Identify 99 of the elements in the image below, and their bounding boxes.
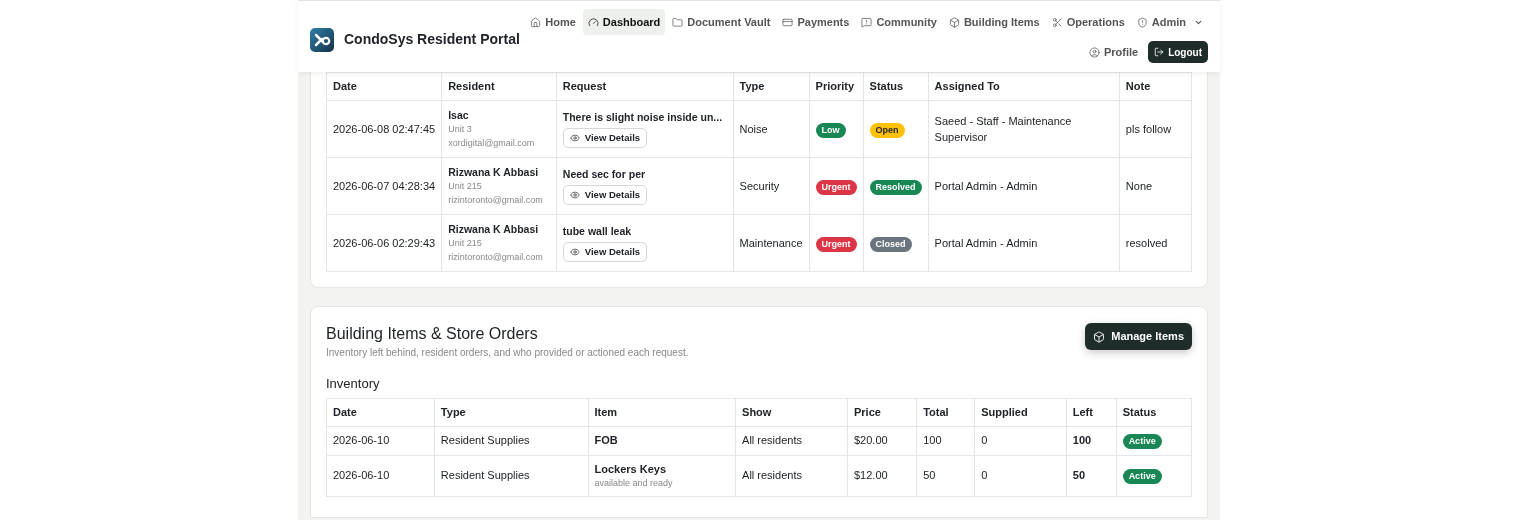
nav-link[interactable]: Document Vault <box>667 9 776 35</box>
item-note: available and ready <box>594 477 674 490</box>
unit-label: Unit 215 <box>448 180 483 194</box>
gauge-icon <box>587 16 599 28</box>
table-cell: Portal Admin - Admin <box>928 157 1120 215</box>
unit-label: Unit 3 <box>448 123 473 137</box>
table-cell: 0 <box>974 455 1067 496</box>
status-badge: Low <box>815 122 846 138</box>
table-cell: $20.00 <box>847 426 917 455</box>
view-details-button[interactable]: View Details <box>562 128 648 149</box>
column-header: Date <box>326 398 435 426</box>
home-icon <box>530 16 542 28</box>
eye-icon <box>569 133 580 144</box>
table-cell: 2026-06-10 <box>326 455 435 496</box>
subsection-title: Inventory <box>326 375 381 393</box>
folder-icon <box>672 16 684 28</box>
table-cell: 2026-06-10 <box>326 426 435 455</box>
section-subtitle: Inventory left behind, resident orders, and who provided or actioned each request. <box>326 346 689 360</box>
shield-icon <box>1136 16 1148 28</box>
table-cell: 50 <box>1066 455 1117 496</box>
table-cell: None <box>1119 157 1192 215</box>
nav-link[interactable]: Dashboard <box>582 9 666 35</box>
table-cell: Noise <box>733 100 810 158</box>
status-badge: Urgent <box>815 236 857 252</box>
request-title: tube wall leak <box>562 223 633 239</box>
user-icon <box>1088 46 1100 58</box>
column-header: Price <box>847 398 917 426</box>
column-header: Type <box>434 398 588 426</box>
column-header: Supplied <box>974 398 1067 426</box>
resident-name: Rizwana K Abbasi <box>448 221 540 237</box>
column-header: Note <box>1119 72 1192 101</box>
table-cell: 100 <box>916 426 975 455</box>
resident-name: Isac <box>448 107 470 123</box>
nav-link[interactable]: Home <box>525 9 581 35</box>
table-cell: Saeed - Staff - Maintenance Supervisor <box>928 100 1120 158</box>
table-cell: resolved <box>1119 214 1192 272</box>
column-header: Total <box>916 398 975 426</box>
column-header: Priority <box>809 72 864 101</box>
column-header: Date <box>326 72 442 101</box>
logout-icon <box>1154 47 1165 57</box>
nav-link[interactable]: Community <box>856 9 942 35</box>
table-cell: 100 <box>1066 426 1117 455</box>
resident-email: rizintoronto@gmail.com <box>448 193 544 207</box>
table-cell: All residents <box>735 426 848 455</box>
chat-icon <box>861 16 873 28</box>
table-cell: 2026-06-06 02:29:43 <box>326 214 442 272</box>
table-cell: All residents <box>735 455 848 496</box>
nav-link[interactable]: Building Items <box>943 9 1045 35</box>
view-details-button[interactable]: View Details <box>562 185 648 206</box>
table-cell: Portal Admin - Admin <box>928 214 1120 272</box>
tools-icon <box>1051 16 1063 28</box>
nav-link[interactable]: Admin <box>1131 9 1208 35</box>
table-cell: 2026-06-08 02:47:45 <box>326 100 442 158</box>
nav-link[interactable]: Operations <box>1046 9 1130 35</box>
column-header: Item <box>588 398 736 426</box>
table-cell: Resident Supplies <box>434 426 588 455</box>
status-badge: Active <box>1122 434 1162 449</box>
item-name: Lockers Keys <box>594 461 668 477</box>
column-header: Request <box>556 72 734 101</box>
status-badge: Closed <box>869 236 912 252</box>
card-icon <box>782 16 794 28</box>
eye-icon <box>569 190 580 201</box>
resident-name: Rizwana K Abbasi <box>448 164 540 180</box>
table-cell: pls follow <box>1119 100 1192 158</box>
column-header: Type <box>733 72 810 101</box>
column-header: Left <box>1066 398 1117 426</box>
column-header: Assigned To <box>928 72 1120 101</box>
nav-link[interactable]: Payments <box>777 9 855 35</box>
column-header: Resident <box>441 72 557 101</box>
column-header: Status <box>1116 398 1192 426</box>
table-cell: 0 <box>974 426 1067 455</box>
table-cell: $12.00 <box>847 455 917 496</box>
table-cell: Maintenance <box>733 214 810 272</box>
section-title: Building Items & Store Orders <box>326 324 539 344</box>
view-details-button[interactable]: View Details <box>562 242 648 263</box>
eye-icon <box>569 247 580 258</box>
status-badge: Resolved <box>869 179 922 195</box>
status-badge: Urgent <box>815 179 857 195</box>
request-title: There is slight noise inside un... <box>562 109 724 125</box>
table-cell: 50 <box>916 455 975 496</box>
column-header: Show <box>735 398 848 426</box>
column-header: Status <box>863 72 929 101</box>
box-icon <box>1093 330 1106 343</box>
status-badge: Active <box>1122 469 1162 484</box>
profile-link[interactable]: Profile <box>1084 43 1143 61</box>
resident-email: rizintoronto@gmail.com <box>448 250 544 264</box>
table-cell: 2026-06-07 04:28:34 <box>326 157 442 215</box>
request-title: Need sec for per <box>562 166 647 182</box>
item-name: FOB <box>594 433 619 449</box>
manage-items-button[interactable]: Manage Items <box>1085 323 1192 350</box>
table-cell: Resident Supplies <box>434 455 588 496</box>
unit-label: Unit 215 <box>448 237 483 251</box>
resident-email: xordigital@gmail.com <box>448 136 536 150</box>
box-icon <box>948 16 960 28</box>
logout-button[interactable]: Logout <box>1148 41 1208 63</box>
status-badge: Open <box>869 122 905 138</box>
table-cell: Security <box>733 157 810 215</box>
brand-title: CondoSys Resident Portal <box>344 30 520 49</box>
logo-icon <box>310 27 334 52</box>
